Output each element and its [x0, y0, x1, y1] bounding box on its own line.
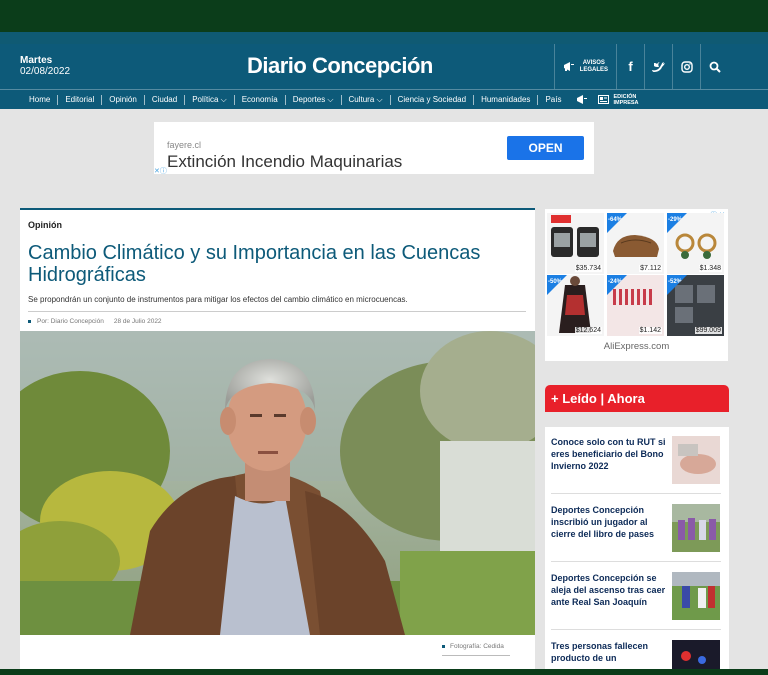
news-item[interactable]: Conoce solo con tu RUT si eres beneficia…: [551, 436, 721, 496]
header-date: Martes 02/08/2022: [20, 55, 70, 77]
nav-home[interactable]: Home: [22, 94, 59, 105]
article-section[interactable]: Opinión: [28, 220, 62, 230]
ad-close-icon[interactable]: ✕ⓘ: [154, 166, 167, 176]
leido-ahora-list: Conoce solo con tu RUT si eres beneficia…: [545, 427, 729, 675]
news-title[interactable]: Deportes Concepción inscribió un jugador…: [551, 504, 667, 540]
nav-economia[interactable]: Economía: [235, 94, 286, 105]
bullet-icon: [28, 319, 31, 323]
news-title[interactable]: Tres personas fallecen producto de un: [551, 640, 667, 664]
header-actions: AVISOS LEGALES f: [553, 44, 728, 89]
product-price: $12.624: [574, 327, 602, 334]
search-icon[interactable]: [700, 44, 728, 89]
aliexpress-name[interactable]: AliExpress.com: [545, 341, 728, 352]
news-thumbnail[interactable]: [672, 436, 720, 484]
avisos-label-2: LEGALES: [579, 66, 608, 73]
twitter-icon[interactable]: [644, 44, 672, 89]
product-tile[interactable]: -52% $99.009: [667, 275, 724, 336]
header-day: Martes: [20, 55, 53, 66]
photo-caption: Fotografía: Cedida: [442, 643, 504, 650]
news-title[interactable]: Deportes Concepción se aleja del ascenso…: [551, 572, 667, 608]
top-bar: [0, 0, 768, 32]
news-thumbnail[interactable]: [672, 572, 720, 620]
article-title: Cambio Climático y su Importancia en las…: [28, 242, 481, 286]
news-thumbnail[interactable]: [672, 504, 720, 552]
product-price: $1.142: [638, 327, 662, 334]
avisos-label-1: AVISOS: [582, 59, 605, 66]
divider: [551, 629, 721, 630]
article-photo: [20, 331, 535, 635]
article-author: Por: Diario Concepción: [37, 318, 104, 325]
divider: [442, 655, 510, 656]
product-price: $99.009: [694, 327, 722, 334]
bottom-bar: [0, 669, 768, 675]
main-nav: Home Editorial Opinión Ciudad Política ⌵…: [0, 89, 768, 109]
aliexpress-ad[interactable]: ⓘ ✕ $35.734 -64% $7.112 -29% $1.348 -50%…: [545, 209, 728, 361]
product-tile[interactable]: -64% $7.112: [607, 213, 664, 274]
edicion-impresa-button[interactable]: EDICIÓN IMPRESA: [598, 94, 639, 106]
megaphone-icon[interactable]: [576, 94, 588, 105]
leido-ahora-heading: + Leído | Ahora: [545, 385, 729, 412]
photo-caption-text: Fotografía: Cedida: [450, 643, 504, 650]
news-item[interactable]: Deportes Concepción inscribió un jugador…: [551, 504, 721, 564]
product-tile[interactable]: $35.734: [547, 213, 604, 274]
facebook-icon[interactable]: f: [616, 44, 644, 89]
product-price: $7.112: [639, 265, 662, 272]
header-date-value: 02/08/2022: [20, 66, 71, 77]
avisos-legales-button[interactable]: AVISOS LEGALES: [553, 44, 616, 89]
nav-editorial[interactable]: Editorial: [58, 94, 103, 105]
nav-pais[interactable]: País: [538, 95, 568, 105]
product-price: $35.734: [574, 265, 602, 272]
divider: [28, 311, 526, 312]
article-card: Opinión Cambio Climático y su Importanci…: [20, 208, 535, 670]
nav-extras: EDICIÓN IMPRESA: [576, 94, 639, 106]
nav-deportes[interactable]: Deportes ⌵: [286, 94, 342, 105]
article-dek: Se propondrán un conjunto de instrumento…: [28, 295, 408, 304]
site-header: Martes 02/08/2022 Diario Concepción AVIS…: [0, 44, 768, 89]
product-tile[interactable]: -29% $1.348: [667, 213, 724, 274]
edicion-label-2: IMPRESA: [613, 99, 639, 106]
nav-humanidades[interactable]: Humanidades: [474, 94, 539, 105]
product-tile[interactable]: -24% $1.142: [607, 275, 664, 336]
megaphone-icon: [563, 62, 574, 71]
ad-headline[interactable]: Extinción Incendio Maquinarias: [167, 152, 402, 172]
newspaper-icon: [598, 95, 610, 104]
nav-cultura[interactable]: Cultura ⌵: [342, 94, 391, 105]
divider: [551, 493, 721, 494]
product-price: $1.348: [698, 265, 722, 272]
article-byline: Por: Diario Concepción 28 de Julio 2022: [28, 318, 162, 325]
nav-ciencia[interactable]: Ciencia y Sociedad: [391, 94, 475, 105]
ad-domain: fayere.cl: [167, 140, 202, 150]
nav-opinion[interactable]: Opinión: [102, 94, 145, 105]
divider: [551, 561, 721, 562]
instagram-icon[interactable]: [672, 44, 700, 89]
site-logo[interactable]: Diario Concepción: [247, 53, 433, 79]
bullet-icon: [442, 644, 445, 648]
nav-ciudad[interactable]: Ciudad: [145, 94, 186, 105]
news-title[interactable]: Conoce solo con tu RUT si eres beneficia…: [551, 436, 667, 472]
nav-politica[interactable]: Política ⌵: [185, 94, 235, 105]
product-tile[interactable]: -50% $12.624: [547, 275, 604, 336]
banner-ad[interactable]: fayere.cl Extinción Incendio Maquinarias…: [154, 122, 594, 174]
news-item[interactable]: Deportes Concepción se aleja del ascenso…: [551, 572, 721, 632]
top-stripe: [0, 32, 768, 44]
ad-open-button[interactable]: OPEN: [507, 136, 584, 160]
article-date: 28 de Julio 2022: [113, 318, 162, 325]
